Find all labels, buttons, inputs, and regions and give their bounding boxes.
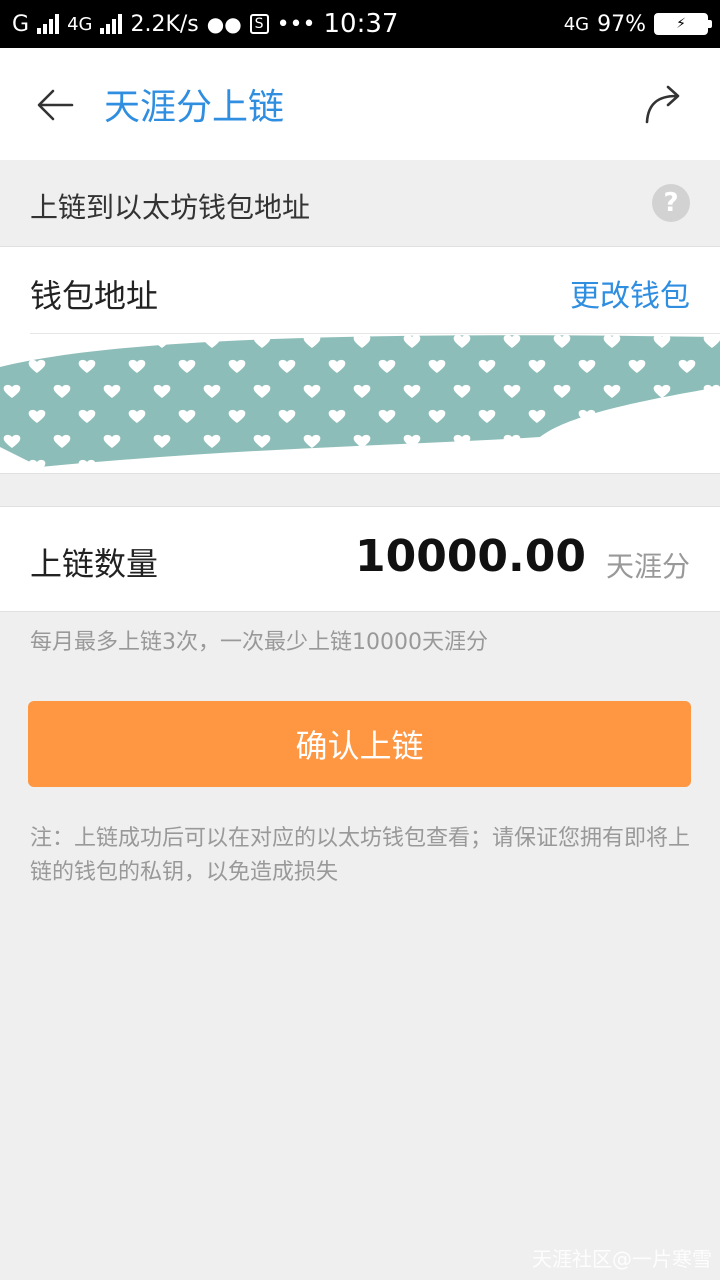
signal-icon (37, 14, 60, 34)
battery-percent: 97% (597, 11, 646, 37)
page-title: 天涯分上链 (104, 87, 285, 128)
signal-icon-2 (100, 14, 123, 34)
wallet-label: 钱包地址 (30, 277, 159, 315)
watermark: 天涯社区@一片寒雪 (532, 1247, 712, 1271)
arrow-left-icon[interactable] (36, 86, 74, 124)
amount-value[interactable]: 10000.00 (355, 531, 586, 582)
redacted-address (0, 335, 720, 467)
limit-hint: 每月最多上链3次，一次最少上链10000天涯分 (30, 630, 488, 655)
question-icon[interactable]: ? (652, 184, 690, 222)
amount-label: 上链数量 (30, 545, 159, 583)
wechat-icon: ●● (206, 12, 242, 36)
nav-bar: 天涯分上链 (0, 48, 720, 160)
carrier-text: G (12, 11, 30, 37)
network-text: 4G (67, 13, 93, 35)
status-bar: G 4G 2.2K/s ●● S ••• 10:37 4G 97% ⚡ (0, 0, 720, 48)
section-header: 上链到以太坊钱包地址 ? (0, 160, 720, 247)
net-speed: 2.2K/s (130, 11, 199, 37)
wallet-address-card: 钱包地址 更改钱包 (0, 247, 720, 474)
more-dots-icon: ••• (276, 11, 316, 37)
confirm-button[interactable]: 确认上链 (28, 701, 691, 787)
section-label: 上链到以太坊钱包地址 (30, 191, 311, 224)
clock: 10:37 (323, 9, 399, 39)
battery-icon: ⚡ (654, 13, 712, 35)
amount-row: 上链数量 10000.00 天涯分 (0, 506, 720, 612)
note-text: 注：上链成功后可以在对应的以太坊钱包查看；请保证您拥有即将上链的钱包的私钥，以免… (30, 826, 691, 885)
sim-badge-icon: S (249, 14, 269, 34)
share-arrow-icon[interactable] (644, 84, 686, 124)
change-wallet-link[interactable]: 更改钱包 (570, 271, 690, 315)
network-2-text: 4G (563, 13, 590, 35)
amount-unit: 天涯分 (605, 550, 690, 583)
